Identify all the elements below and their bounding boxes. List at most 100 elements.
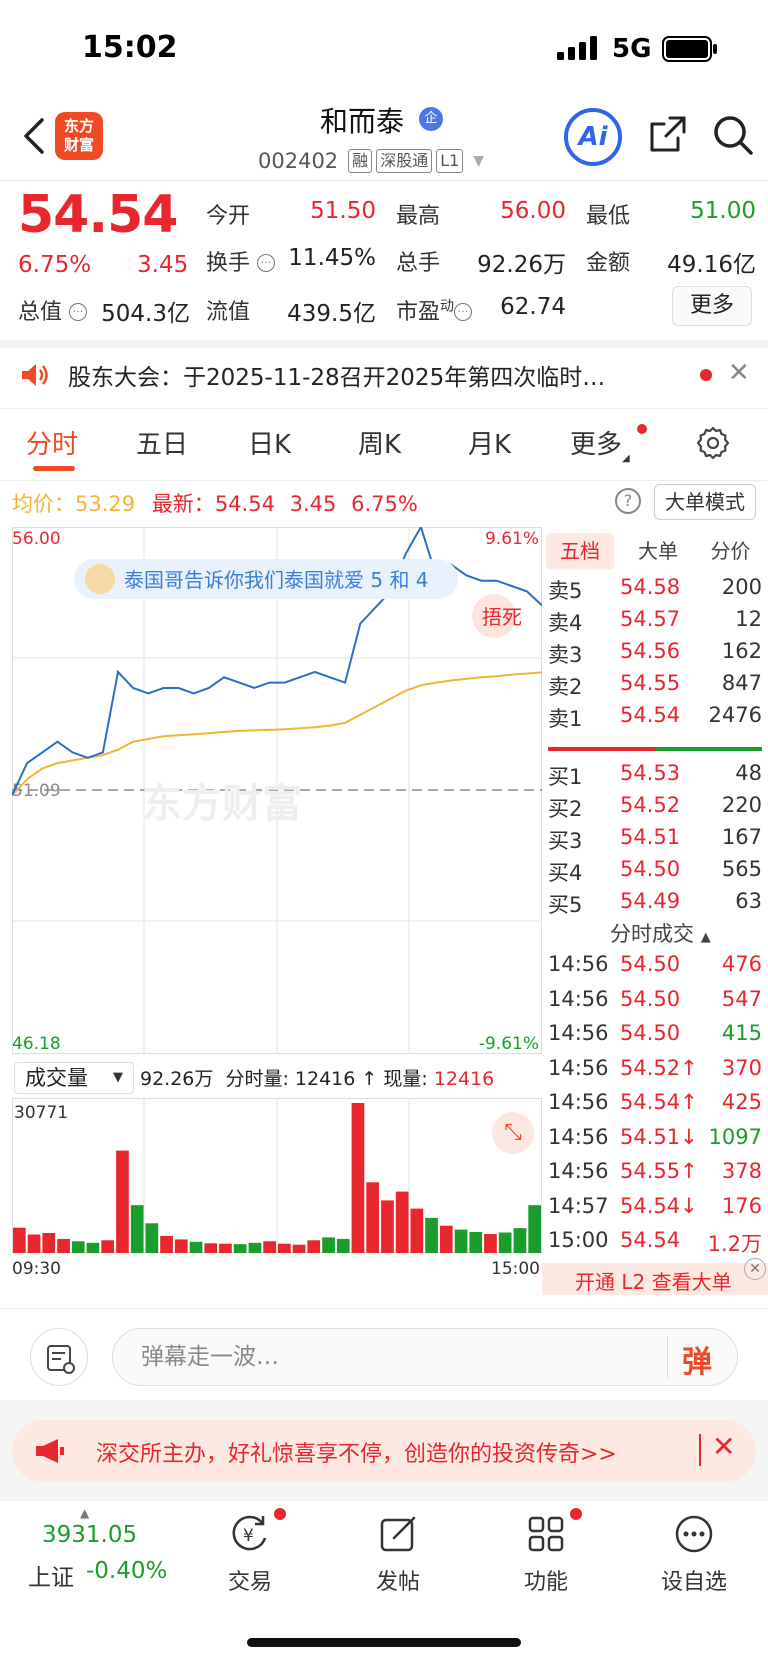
tab-more[interactable]: 更多◢ xyxy=(570,424,630,464)
tab-five-day[interactable]: 五日 xyxy=(136,424,188,461)
nav-trade[interactable]: ¥ 交易 xyxy=(200,1512,300,1596)
expand-icon[interactable]: ⤡ xyxy=(492,1112,534,1154)
close-icon[interactable]: ✕ xyxy=(712,1430,735,1463)
ask-row[interactable]: 卖3 54.56 162 xyxy=(548,639,762,671)
level-price: 54.56 xyxy=(620,639,681,663)
ask-row[interactable]: 卖5 54.58 200 xyxy=(548,575,762,607)
level-volume: 847 xyxy=(721,671,762,695)
search-icon[interactable] xyxy=(712,114,754,156)
high-value: 56.00 xyxy=(500,198,566,224)
shareholder-notice[interactable]: 股东大会：于2025-11-28召开2025年第四次临时… xyxy=(68,358,668,392)
turnover-label[interactable]: 换手 ··· xyxy=(206,245,276,277)
tab-weekly-k[interactable]: 周K xyxy=(358,424,401,461)
trade-row: 14:56 54.50 415 xyxy=(548,1021,762,1053)
change-amount: 3.45 xyxy=(137,252,189,278)
low-label: 最低 xyxy=(586,204,631,229)
back-icon[interactable] xyxy=(14,112,54,160)
volume-bar xyxy=(410,1208,424,1253)
bid-row[interactable]: 买1 54.53 48 xyxy=(548,761,762,793)
app-logo: 东方 财富 xyxy=(55,112,103,160)
volume-bar xyxy=(219,1243,232,1253)
vol-max-label: 30771 xyxy=(14,1103,68,1123)
trade-time: 14:56 xyxy=(548,986,609,1011)
ai-button[interactable]: Ai xyxy=(564,108,622,166)
volume-bar xyxy=(116,1150,129,1253)
logo-text-top: 东方 xyxy=(63,117,94,135)
trade-row: 15:00 54.54 1.2万 xyxy=(548,1228,762,1260)
logo-text-bottom: 财富 xyxy=(63,136,94,154)
nav-post[interactable]: 发帖 xyxy=(348,1512,448,1596)
help-icon[interactable]: ? xyxy=(615,488,641,514)
index-value[interactable]: 3931.05 xyxy=(42,1522,137,1548)
feed-icon[interactable] xyxy=(30,1328,88,1386)
level-volume: 200 xyxy=(721,575,762,599)
level-volume: 12 xyxy=(735,607,762,631)
bid-ratio-bar xyxy=(655,747,762,751)
trade-time: 14:56 xyxy=(548,1159,609,1183)
level-price: 54.53 xyxy=(620,761,681,785)
stock-name[interactable]: 和而泰 xyxy=(320,100,404,140)
volume-bar xyxy=(248,1242,262,1253)
intraday-price-chart[interactable]: 东方财富 56.00 51.09 46.18 9.61% -9.61% 泰国哥告… xyxy=(12,527,542,1054)
tab-big-order[interactable]: 大单 xyxy=(623,533,693,569)
trade-price: 54.54↑ xyxy=(620,1090,698,1114)
danmaku-toggle-button[interactable]: 弹 xyxy=(682,1337,712,1381)
market-cap-label[interactable]: 总值 ··· xyxy=(18,294,88,326)
nav-functions-label: 功能 xyxy=(523,1570,568,1595)
tab-daily-k[interactable]: 日K xyxy=(248,424,291,461)
danmaku-input[interactable]: 弹幕走一波… xyxy=(112,1328,738,1386)
trades-header[interactable]: 分时成交 ▲ xyxy=(610,918,711,948)
nav-functions[interactable]: 功能 xyxy=(496,1512,596,1596)
volume-bar xyxy=(233,1244,247,1253)
close-icon[interactable]: ✕ xyxy=(728,358,750,388)
trade-row: 14:56 54.55↑ 378 xyxy=(548,1159,762,1191)
caret-up-icon: ▲ xyxy=(80,1506,90,1520)
volume-bar xyxy=(307,1240,321,1253)
l2-banner-text[interactable]: 开通 L2 查看大单 xyxy=(575,1266,732,1295)
trade-volume: 176 xyxy=(721,1193,762,1218)
tab-monthly-k[interactable]: 月K xyxy=(468,424,511,461)
gear-icon[interactable] xyxy=(695,425,731,461)
unread-dot xyxy=(700,369,712,381)
trade-price: 54.54 xyxy=(620,1228,681,1252)
chevron-down-icon: ▼ xyxy=(473,153,485,169)
tag-level: L1 xyxy=(436,149,464,173)
bid-row[interactable]: 买4 54.50 565 xyxy=(548,857,762,889)
tab-price-distribution[interactable]: 分价 xyxy=(693,533,768,569)
ask-row[interactable]: 卖4 54.57 12 xyxy=(548,607,762,639)
volume-chart[interactable]: 30771 09:30 15:00 xyxy=(12,1098,542,1278)
promo-text[interactable]: 深交所主办，好礼惊喜享不停，创造你的投资传奇>> xyxy=(96,1436,617,1468)
big-order-mode-button[interactable]: 大单模式 xyxy=(654,484,756,520)
corner-arrow-icon: ◢ xyxy=(622,453,630,464)
level-label: 卖1 xyxy=(548,707,583,731)
bid-row[interactable]: 买2 54.52 220 xyxy=(548,793,762,825)
tab-intraday[interactable]: 分时 xyxy=(26,424,78,461)
pe-label[interactable]: 市盈动 ··· xyxy=(396,294,473,326)
volume-bar xyxy=(174,1239,188,1253)
level-volume: 565 xyxy=(721,857,762,881)
volume-bar xyxy=(160,1235,173,1253)
index-change[interactable]: -0.40% xyxy=(86,1558,167,1584)
tab-five-level[interactable]: 五档 xyxy=(546,533,614,569)
level-price: 54.51 xyxy=(620,825,681,849)
more-quote-button[interactable]: 更多 xyxy=(672,286,752,326)
index-name[interactable]: 上证 xyxy=(28,1558,74,1592)
close-icon[interactable]: ✕ xyxy=(744,1258,766,1280)
change-percent: 6.75% xyxy=(18,252,92,278)
nav-add-watchlist[interactable]: 设自选 xyxy=(644,1512,744,1596)
bid-row[interactable]: 买3 54.51 167 xyxy=(548,825,762,857)
volume-label: 总手 xyxy=(396,251,441,276)
tabs-divider xyxy=(0,480,768,481)
volume-bar xyxy=(381,1200,394,1253)
ask-row[interactable]: 卖2 54.55 847 xyxy=(548,671,762,703)
share-icon[interactable] xyxy=(648,114,688,154)
trade-price: 54.50 xyxy=(620,952,681,976)
trade-row: 14:56 54.51↓ 1097 xyxy=(548,1125,762,1157)
volume-bar xyxy=(322,1237,335,1253)
ask-row[interactable]: 卖1 54.54 2476 xyxy=(548,703,762,735)
order-book-tabs: 五档 大单 分价 xyxy=(543,533,768,569)
bid-row[interactable]: 买5 54.49 63 xyxy=(548,889,762,921)
volume-bar xyxy=(484,1234,497,1253)
y-bottom-label: 46.18 xyxy=(12,1034,61,1054)
stock-subtitle[interactable]: 002402 融 深股通 L1 ▼ xyxy=(258,146,484,176)
